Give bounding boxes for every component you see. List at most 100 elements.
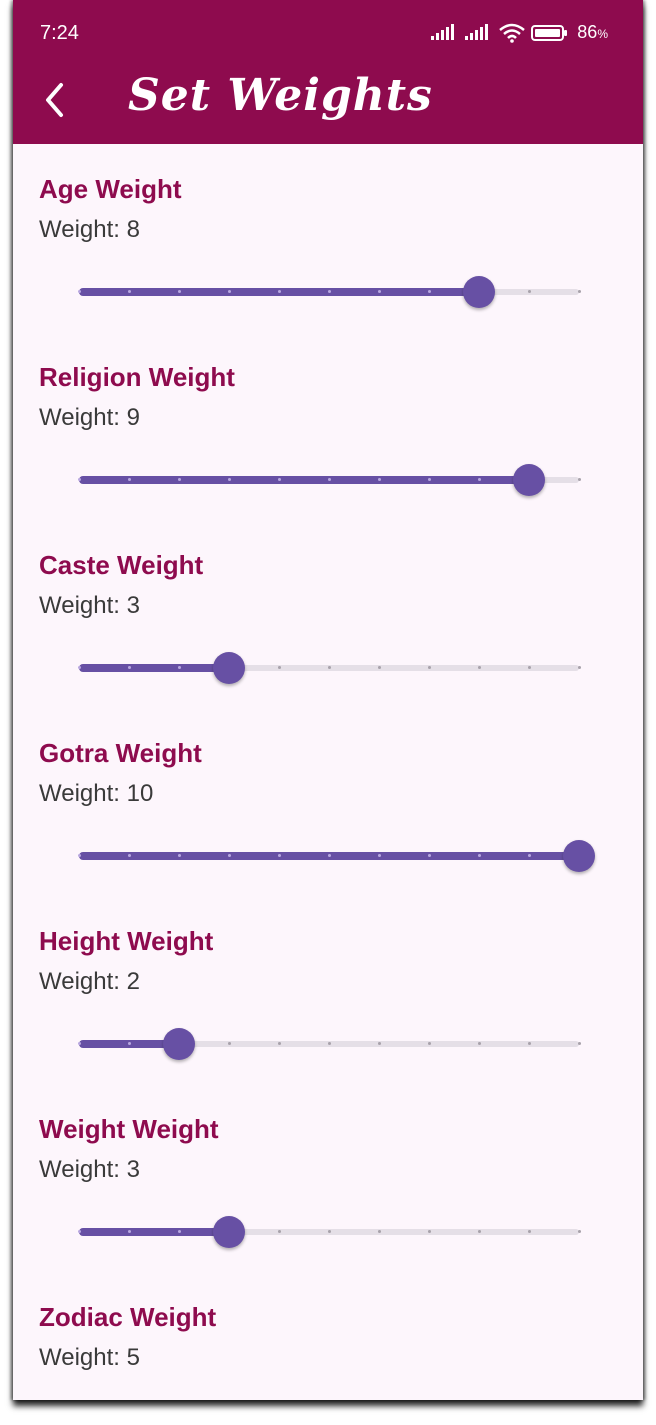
slider-tick [577, 290, 581, 293]
slider-tick [527, 1042, 531, 1045]
slider-tick [427, 478, 431, 481]
slider-tick [477, 854, 481, 857]
weight-slider[interactable] [77, 650, 581, 686]
slider-tick [227, 478, 231, 481]
slider-thumb[interactable] [463, 276, 495, 308]
slider-tick [477, 1042, 481, 1045]
slider-active-track [79, 1228, 229, 1236]
slider-tick [277, 290, 281, 293]
slider-tick [427, 666, 431, 669]
slider-tick [377, 478, 381, 481]
slider-tick [277, 1230, 281, 1233]
weight-slider[interactable] [77, 1214, 581, 1250]
weight-value: Weight: 3 [39, 592, 140, 619]
slider-tick [577, 1042, 581, 1045]
weight-value: Weight: 8 [39, 216, 140, 243]
weight-label: Age Weight [39, 174, 182, 204]
slider-tick [77, 1230, 81, 1233]
weight-item: Age Weight Weight: 8 [13, 144, 643, 332]
slider-thumb[interactable] [213, 652, 245, 684]
slider-tick [427, 290, 431, 293]
signal-icon [465, 23, 489, 40]
slider-tick [277, 478, 281, 481]
slider-tick [127, 854, 131, 857]
slider-thumb[interactable] [163, 1028, 195, 1060]
slider-tick [577, 666, 581, 669]
status-icons: 86% [431, 22, 608, 43]
weight-item: Religion Weight Weight: 9 [13, 332, 643, 520]
slider-thumb[interactable] [563, 840, 595, 872]
slider-thumb[interactable] [213, 1216, 245, 1248]
slider-tick [527, 854, 531, 857]
slider-active-track [79, 664, 229, 672]
weight-slider[interactable] [77, 274, 581, 310]
weight-label: Gotra Weight [39, 738, 202, 768]
weight-slider[interactable] [77, 1026, 581, 1062]
slider-thumb[interactable] [513, 464, 545, 496]
weight-item: Gotra Weight Weight: 10 [13, 708, 643, 896]
slider-tick [527, 290, 531, 293]
slider-tick [377, 666, 381, 669]
slider-tick [177, 1230, 181, 1233]
weight-item: Weight Weight Weight: 3 [13, 1084, 643, 1272]
slider-tick [227, 854, 231, 857]
slider-tick [127, 1042, 131, 1045]
slider-tick [177, 478, 181, 481]
slider-tick [77, 666, 81, 669]
slider-active-track [79, 476, 529, 484]
weight-item: Zodiac Weight Weight: 5 [13, 1272, 643, 1400]
weight-label: Zodiac Weight [39, 1302, 217, 1332]
status-time: 7:24 [40, 22, 79, 44]
status-bar: 7:24 86% [13, 0, 643, 66]
slider-tick [377, 1042, 381, 1045]
back-button[interactable] [35, 80, 75, 120]
weight-label: Height Weight [39, 926, 214, 956]
slider-tick [327, 1230, 331, 1233]
slider-tick [177, 666, 181, 669]
slider-tick [227, 1042, 231, 1045]
weight-item: Caste Weight Weight: 3 [13, 520, 643, 708]
app-bar: 7:24 86% Set Weights [13, 0, 643, 144]
weight-item: Height Weight Weight: 2 [13, 896, 643, 1084]
slider-tick [327, 478, 331, 481]
slider-tick [77, 290, 81, 293]
wifi-icon [499, 23, 526, 43]
signal-icon [431, 23, 455, 40]
battery-percent: 86% [577, 22, 608, 42]
slider-tick [127, 1230, 131, 1233]
slider-tick [327, 1042, 331, 1045]
battery-icon [531, 24, 568, 41]
page-title: Set Weights [128, 70, 433, 121]
slider-tick [527, 1230, 531, 1233]
weight-value: Weight: 5 [39, 1344, 140, 1371]
slider-tick [127, 478, 131, 481]
slider-tick [477, 666, 481, 669]
slider-tick [427, 1042, 431, 1045]
slider-tick [127, 290, 131, 293]
weight-slider[interactable] [77, 838, 595, 874]
weight-label: Weight Weight [39, 1114, 219, 1144]
slider-tick [477, 478, 481, 481]
slider-tick [427, 1230, 431, 1233]
slider-tick [327, 854, 331, 857]
slider-tick [177, 854, 181, 857]
slider-tick [227, 290, 231, 293]
slider-tick [277, 854, 281, 857]
slider-tick [177, 290, 181, 293]
slider-tick [527, 666, 531, 669]
slider-tick [377, 290, 381, 293]
weight-value: Weight: 2 [39, 968, 140, 995]
weight-label: Caste Weight [39, 550, 204, 580]
slider-tick [277, 666, 281, 669]
phone-screen: 7:24 86% Set Weights Age Weight Weight: … [13, 0, 643, 1400]
weight-value: Weight: 10 [39, 780, 154, 807]
slider-tick [477, 1230, 481, 1233]
slider-tick [77, 854, 81, 857]
slider-tick [327, 666, 331, 669]
slider-tick [577, 1230, 581, 1233]
slider-tick [277, 1042, 281, 1045]
weight-slider[interactable] [77, 462, 581, 498]
slider-tick [77, 478, 81, 481]
slider-tick [77, 1042, 81, 1045]
weight-value: Weight: 3 [39, 1156, 140, 1183]
